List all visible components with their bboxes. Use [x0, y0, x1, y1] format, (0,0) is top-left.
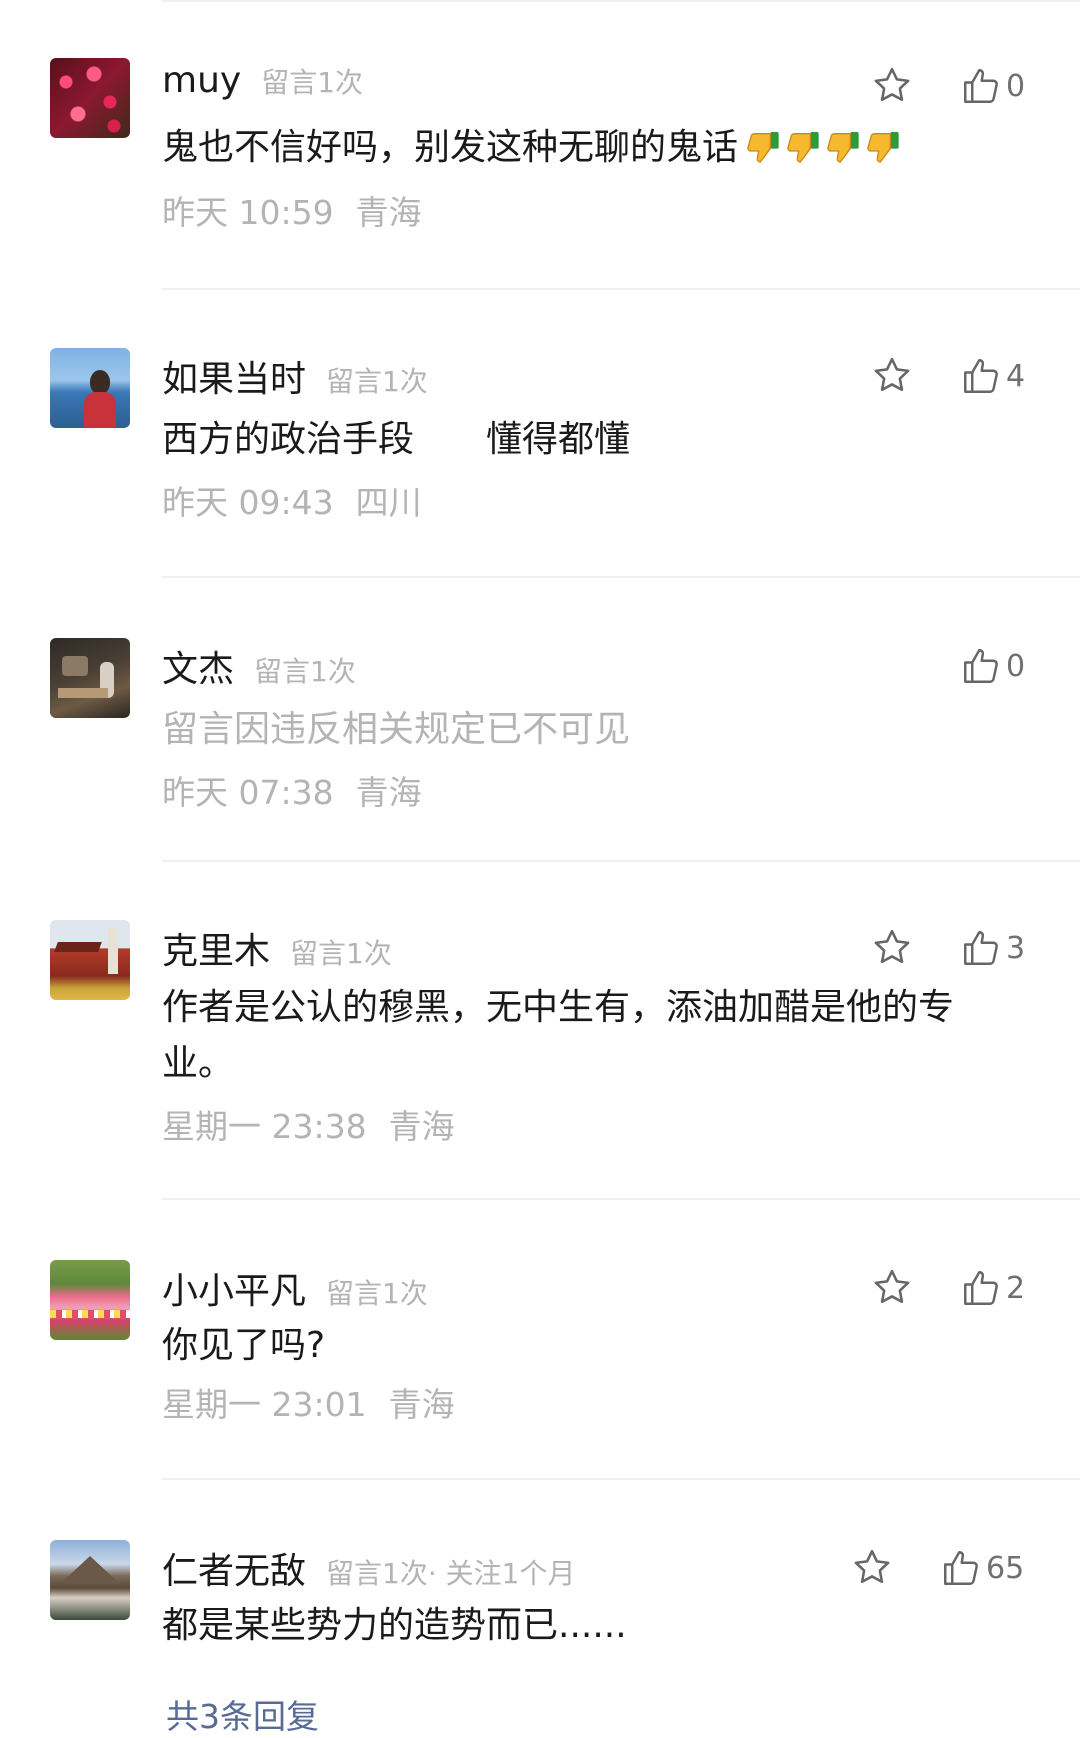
comment-time: 星期一 23:01: [162, 1385, 367, 1424]
star-icon: [874, 67, 910, 102]
view-replies-link[interactable]: 共3条回复: [166, 1690, 319, 1738]
star-button[interactable]: [870, 926, 914, 970]
divider: [162, 860, 1080, 862]
comment-removed-notice: 留言因违反相关规定已不可见: [162, 709, 631, 750]
comment-text: 都是某些势力的造势而已......: [162, 1605, 627, 1646]
time-row: 昨天 07:38 青海: [162, 766, 422, 814]
user-name[interactable]: 文杰: [162, 640, 234, 692]
star-icon: [854, 1549, 890, 1584]
like-count: 4: [1006, 358, 1026, 394]
divider: [162, 1478, 1080, 1480]
thumbs-up-icon: [964, 359, 998, 393]
comment-time: 昨天 07:38: [162, 773, 334, 812]
avatar[interactable]: [50, 58, 130, 138]
comment-item: 小小平凡 留言1次 2 你见了吗? 星期一 23:01 青海: [0, 1260, 1080, 1490]
name-row: 小小平凡 留言1次: [162, 1262, 428, 1314]
thumbs-down-icon: [747, 132, 779, 163]
like-button[interactable]: 65: [940, 1546, 1024, 1590]
star-icon: [874, 1269, 910, 1304]
divider: [162, 0, 1080, 2]
comment-location: 青海: [388, 1107, 455, 1146]
user-name[interactable]: 如果当时: [162, 350, 306, 402]
comment-location: 青海: [388, 1385, 455, 1424]
divider: [162, 288, 1080, 290]
like-count: 0: [1006, 68, 1026, 104]
user-name[interactable]: 克里木: [162, 922, 270, 974]
divider: [162, 576, 1080, 578]
thumbs-down-icon: [787, 132, 819, 163]
comment-item: muy 留言1次 0 鬼也不信好吗，别发这种无聊的鬼话 昨天 10:59 青海: [0, 58, 1080, 288]
comment-time: 昨天 10:59: [162, 193, 334, 232]
comment-item: 克里木 留言1次 3 作者是公认的穆黑，无中生有，添油加醋是他的专业。 星期一 …: [0, 920, 1080, 1200]
comment-count-tag: 留言1次: [290, 937, 392, 970]
like-button[interactable]: 0: [960, 644, 1025, 688]
avatar[interactable]: [50, 638, 130, 718]
name-row: 如果当时 留言1次: [162, 350, 428, 402]
comment-text: 西方的政治手段 懂得都懂: [162, 419, 631, 460]
divider: [162, 1198, 1080, 1200]
like-button[interactable]: 4: [960, 354, 1025, 398]
comment-item: 仁者无敌 留言1次 · 关注1个月 65 都是某些势力的造势而已......: [0, 1540, 1080, 1680]
comment-count-tag: 留言1次: [326, 365, 428, 398]
avatar[interactable]: [50, 920, 130, 1000]
avatar[interactable]: [50, 1540, 130, 1620]
comment-count-tag: 留言1次: [326, 1277, 428, 1310]
thumbs-up-icon: [964, 649, 998, 683]
comment-location: 青海: [355, 773, 422, 812]
thumbs-up-icon: [964, 69, 998, 103]
name-row: 克里木 留言1次: [162, 922, 392, 974]
star-button[interactable]: [870, 64, 914, 108]
comment-count-tag: 留言1次: [261, 66, 364, 99]
comment-time: 星期一 23:38: [162, 1107, 367, 1146]
star-button[interactable]: [870, 1266, 914, 1310]
comment-location: 四川: [355, 483, 422, 522]
follow-duration-tag: · 关注1个月: [427, 1557, 576, 1590]
like-button[interactable]: 3: [960, 926, 1025, 970]
thumbs-up-icon: [964, 931, 998, 965]
comment-text: 你见了吗?: [162, 1325, 326, 1366]
comment-count-tag: 留言1次: [254, 655, 356, 688]
time-row: 星期一 23:38 青海: [162, 1100, 455, 1148]
time-row: 昨天 10:59 青海: [162, 186, 422, 234]
star-button[interactable]: [850, 1546, 894, 1590]
comment-text: 作者是公认的穆黑，无中生有，添油加醋是他的专业。: [162, 987, 955, 1084]
thumbs-down-icon: [827, 132, 859, 163]
comment-item: 如果当时 留言1次 4 西方的政治手段 懂得都懂 昨天 09:43 四川: [0, 348, 1080, 578]
user-name[interactable]: 小小平凡: [162, 1262, 306, 1314]
star-icon: [874, 357, 910, 392]
comment-item: 文杰 留言1次 0 留言因违反相关规定已不可见 昨天 07:38 青海: [0, 638, 1080, 868]
name-row: 文杰 留言1次: [162, 640, 356, 692]
like-button[interactable]: 0: [960, 64, 1025, 108]
name-row: muy 留言1次: [162, 60, 363, 101]
like-count: 65: [986, 1550, 1025, 1586]
like-count: 0: [1006, 648, 1026, 684]
comment-location: 青海: [355, 193, 422, 232]
avatar[interactable]: [50, 1260, 130, 1340]
name-row: 仁者无敌 留言1次 · 关注1个月: [162, 1542, 575, 1594]
comment-time: 昨天 09:43: [162, 483, 334, 522]
comment-text-content: 鬼也不信好吗，别发这种无聊的鬼话: [162, 127, 739, 168]
user-name[interactable]: 仁者无敌: [162, 1542, 306, 1594]
like-button[interactable]: 2: [960, 1266, 1025, 1310]
comment-text: 鬼也不信好吗，别发这种无聊的鬼话: [162, 120, 1022, 176]
avatar[interactable]: [50, 348, 130, 428]
star-icon: [874, 929, 910, 964]
thumbs-down-icon: [867, 132, 899, 163]
thumbs-up-icon: [944, 1551, 978, 1585]
user-name[interactable]: muy: [162, 60, 241, 101]
time-row: 昨天 09:43 四川: [162, 476, 422, 524]
comment-count-tag: 留言1次: [326, 1557, 428, 1590]
like-count: 2: [1006, 1270, 1026, 1306]
thumbs-up-icon: [964, 1271, 998, 1305]
thumbs-down-emoji-group: [742, 120, 902, 176]
star-button[interactable]: [870, 354, 914, 398]
like-count: 3: [1006, 930, 1026, 966]
time-row: 星期一 23:01 青海: [162, 1378, 455, 1426]
